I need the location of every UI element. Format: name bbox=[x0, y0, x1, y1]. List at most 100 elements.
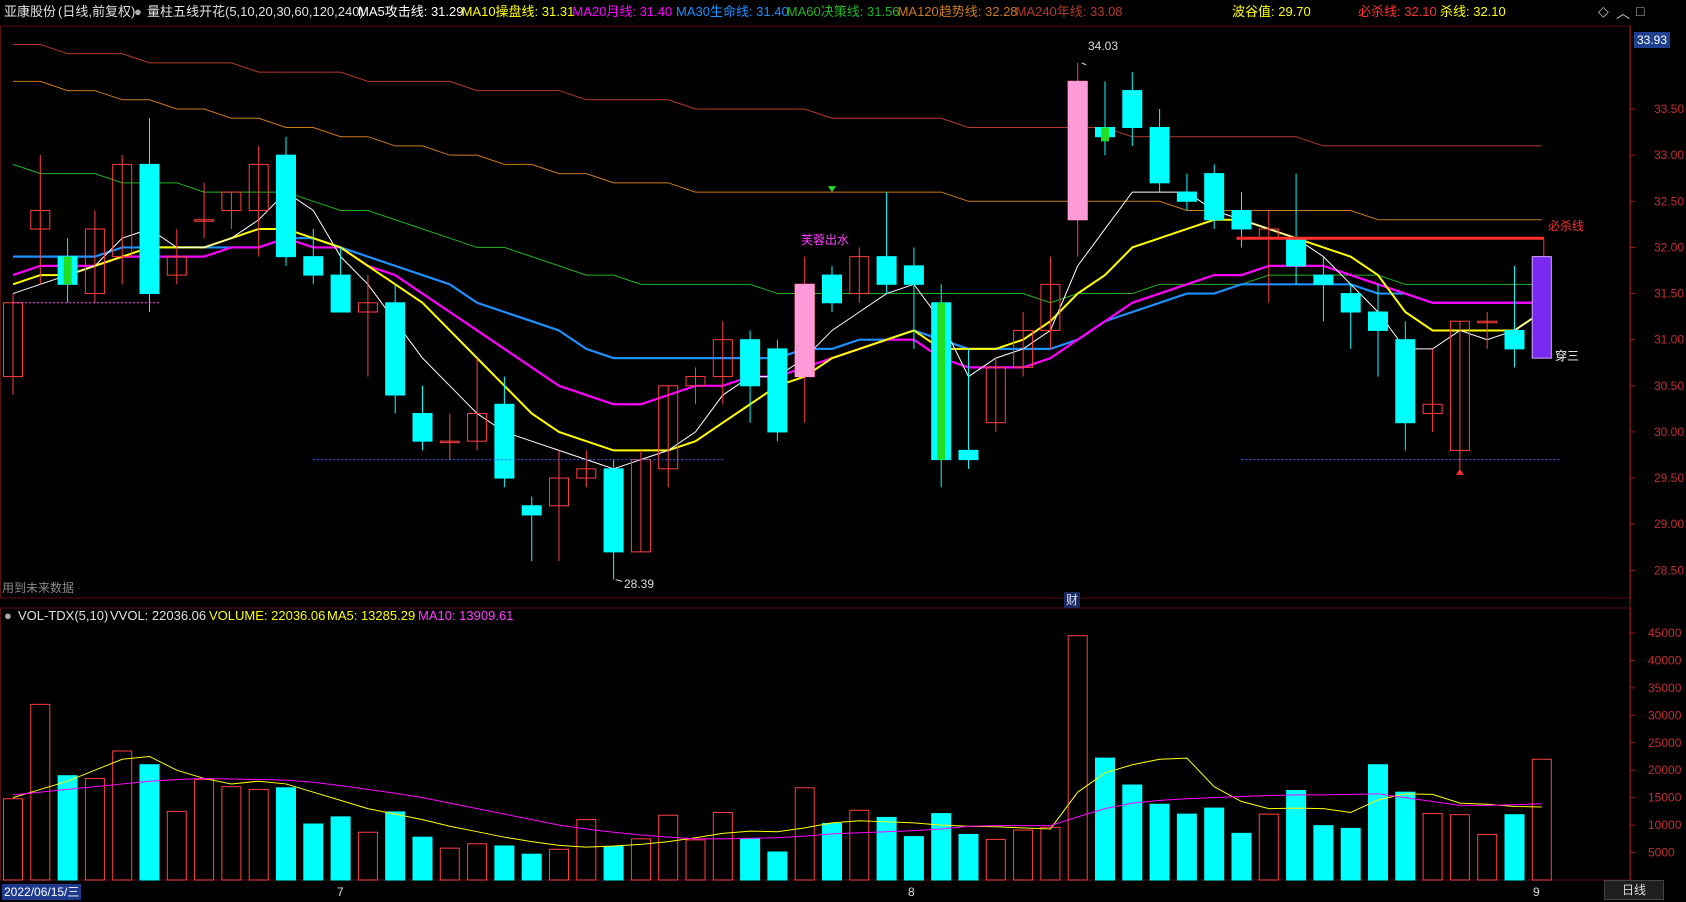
volume-bar bbox=[712, 811, 733, 881]
volume-dot-icon[interactable]: ● bbox=[4, 608, 12, 624]
price-tick-label: 33.50 bbox=[1654, 102, 1684, 116]
volume-bar bbox=[521, 853, 542, 881]
candle-body bbox=[330, 274, 351, 313]
signal-candle bbox=[1067, 80, 1088, 221]
candle-body bbox=[1231, 210, 1252, 230]
volume-bar bbox=[1422, 813, 1443, 881]
candle-body bbox=[1340, 293, 1361, 313]
candle-body bbox=[1395, 339, 1416, 424]
candle-body bbox=[385, 302, 406, 396]
month-label-8: 8 bbox=[908, 885, 915, 899]
vol-ma5-line bbox=[12, 755, 1542, 848]
current-price-tag: 33.93 bbox=[1634, 32, 1671, 48]
price-tick-label: 28.50 bbox=[1654, 563, 1684, 577]
volume-bar bbox=[603, 846, 624, 881]
price-tick-label: 30.00 bbox=[1654, 425, 1684, 439]
candle-body bbox=[767, 348, 788, 433]
candle-body bbox=[876, 256, 897, 285]
volume-bar bbox=[1477, 833, 1498, 881]
volume-bar bbox=[221, 786, 242, 881]
price-tick-label: 32.00 bbox=[1654, 240, 1684, 254]
future-data-note: 用到未来数据 bbox=[2, 581, 75, 595]
candle-body bbox=[958, 449, 979, 461]
volume-tick-label: 30000 bbox=[1648, 708, 1682, 722]
highlight-candle bbox=[937, 302, 946, 460]
lotus-signal-label: 芙蓉出水 bbox=[801, 233, 850, 247]
high-pointer bbox=[1081, 62, 1087, 66]
candle-body bbox=[1149, 126, 1170, 184]
volume-bar bbox=[1395, 791, 1416, 881]
vvol-value: VVOL: 22036.06 bbox=[110, 608, 207, 623]
candlestick-chart[interactable]: 28.50 29.00 29.50 30.00 30.50 31.00 31.50 32.00… bbox=[0, 0, 1686, 902]
volume-bar bbox=[194, 779, 215, 881]
volume-bar bbox=[303, 823, 324, 881]
candle-body bbox=[1504, 329, 1525, 350]
volume-bar bbox=[412, 836, 433, 881]
volume-bar bbox=[1340, 827, 1361, 881]
tab-daily[interactable]: 日线 bbox=[1604, 880, 1664, 900]
candle-body bbox=[1176, 191, 1197, 202]
candle-body bbox=[1313, 274, 1334, 285]
volume-bar bbox=[1258, 813, 1279, 881]
volume-tick-label: 10000 bbox=[1648, 818, 1682, 832]
volume-bar bbox=[903, 836, 924, 881]
volume-bar bbox=[1013, 829, 1034, 881]
volume-bar bbox=[549, 848, 569, 881]
volume-bar bbox=[1313, 825, 1334, 881]
price-tick-label: 29.00 bbox=[1654, 517, 1684, 531]
price-tick-label: 30.50 bbox=[1654, 379, 1684, 393]
volume-tick-label: 40000 bbox=[1648, 653, 1682, 667]
volume-bar bbox=[112, 750, 133, 881]
finance-marker[interactable]: 财 bbox=[1064, 592, 1081, 608]
volume-bar bbox=[740, 838, 761, 881]
volume-bar bbox=[1176, 813, 1197, 881]
price-tick-label: 31.50 bbox=[1654, 287, 1684, 301]
volume-bar bbox=[1531, 758, 1552, 881]
volume-bar bbox=[494, 845, 515, 881]
highlight-candle bbox=[63, 256, 72, 285]
volume-bar bbox=[1067, 635, 1088, 881]
volume-bar bbox=[276, 787, 296, 881]
price-tick-label: 31.00 bbox=[1654, 333, 1684, 347]
volume-bar bbox=[1231, 832, 1252, 881]
volume-bar bbox=[57, 775, 78, 881]
vol-ma10-value: MA10: 13909.61 bbox=[418, 608, 514, 623]
volume-tick-label: 5000 bbox=[1648, 846, 1675, 860]
volume-bar bbox=[1449, 814, 1470, 881]
chuan-san-label: 穿三 bbox=[1555, 349, 1580, 363]
volume-bar bbox=[1204, 807, 1225, 881]
candle-body bbox=[903, 265, 924, 285]
volume-bar bbox=[1504, 814, 1525, 881]
price-tick-label: 29.50 bbox=[1654, 471, 1684, 485]
candle-body bbox=[521, 505, 542, 516]
candle-body bbox=[822, 274, 842, 304]
candle-body bbox=[740, 339, 761, 387]
volume-bar bbox=[84, 777, 105, 881]
candle-body bbox=[1368, 311, 1388, 331]
volume-bar bbox=[931, 813, 952, 881]
volume-tick-label: 35000 bbox=[1648, 681, 1682, 695]
month-label-7: 7 bbox=[337, 885, 344, 899]
candle-body bbox=[303, 256, 324, 276]
volume-tick-label: 20000 bbox=[1648, 763, 1682, 777]
volume-tick-label: 25000 bbox=[1648, 736, 1682, 750]
ma240-line bbox=[13, 43, 1542, 147]
low-price-label: 28.39 bbox=[624, 577, 655, 591]
month-label-9: 9 bbox=[1533, 885, 1540, 899]
volume-bar bbox=[822, 822, 842, 881]
volume-bar bbox=[958, 833, 979, 881]
low-pointer bbox=[615, 579, 623, 582]
candle-body bbox=[1204, 173, 1225, 221]
volume-bar bbox=[1286, 790, 1307, 881]
candle-body bbox=[1122, 90, 1143, 128]
volume-bar bbox=[1122, 784, 1143, 881]
volume-bar bbox=[357, 831, 378, 881]
volume-bar bbox=[876, 816, 897, 881]
buy-arrow-icon bbox=[1455, 468, 1464, 475]
volume-name[interactable]: VOL-TDX(5,10) bbox=[18, 608, 108, 624]
volume-bar bbox=[685, 839, 706, 881]
volume-bar bbox=[248, 788, 269, 881]
volume-bar bbox=[166, 810, 187, 881]
high-price-label: 34.03 bbox=[1088, 39, 1119, 53]
volume-bar bbox=[1149, 803, 1170, 881]
